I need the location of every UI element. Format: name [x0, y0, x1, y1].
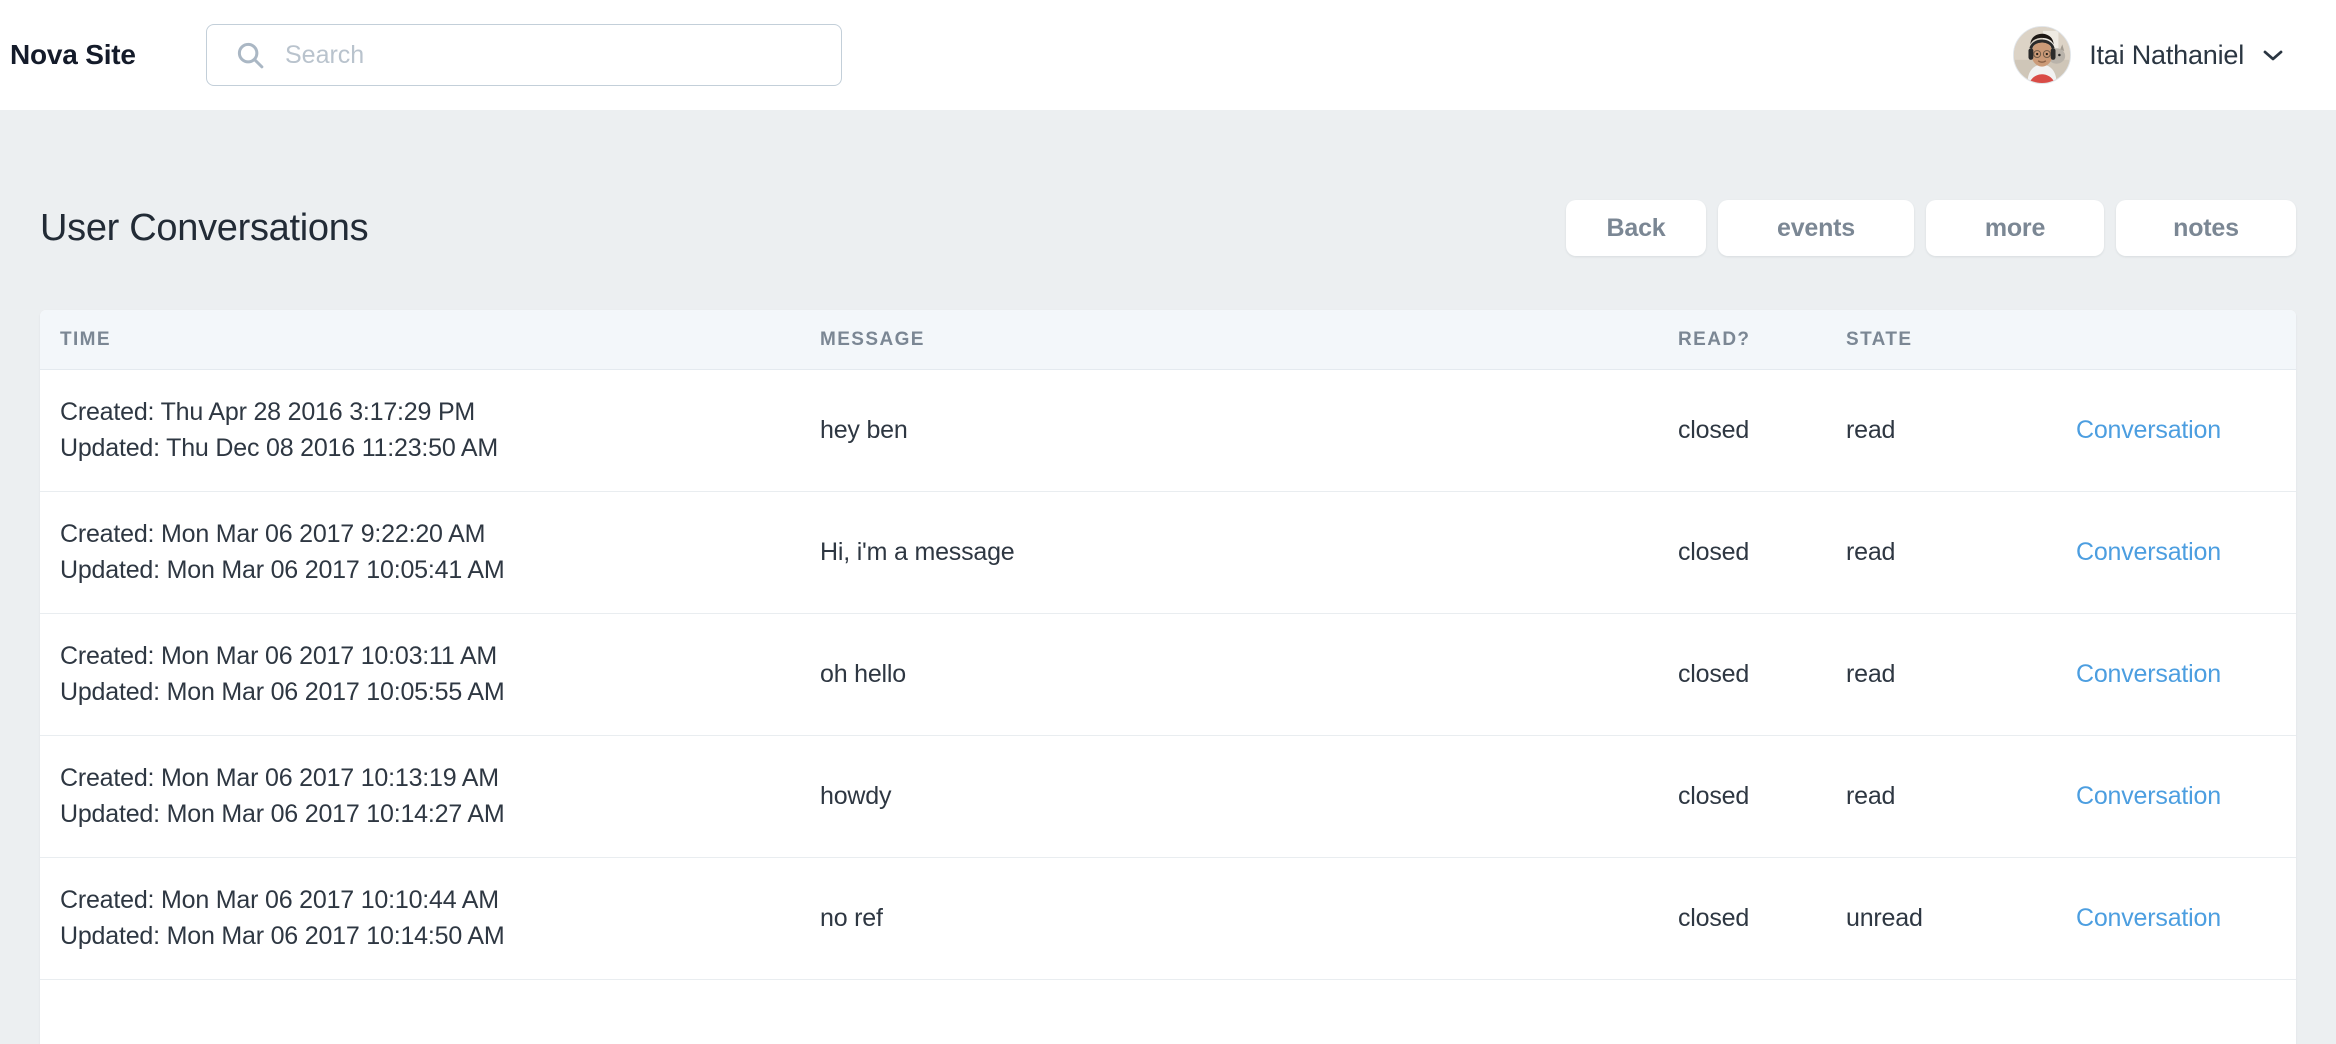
- cell-state: read: [1846, 538, 2076, 567]
- updated-timestamp: Updated: Mon Mar 06 2017 10:05:41 AM: [60, 553, 820, 589]
- user-menu[interactable]: Itai Nathaniel: [2013, 26, 2284, 84]
- updated-timestamp: Updated: Mon Mar 06 2017 10:14:50 AM: [60, 919, 820, 955]
- conversation-link[interactable]: Conversation: [2076, 416, 2221, 444]
- cell-time: Created: Mon Mar 06 2017 10:03:11 AM Upd…: [40, 639, 820, 710]
- cell-read: closed: [1678, 538, 1846, 567]
- more-button[interactable]: more: [1926, 200, 2104, 256]
- cell-state: read: [1846, 782, 2076, 811]
- table-row[interactable]: Created: Mon Mar 06 2017 10:13:19 AM Upd…: [40, 736, 2296, 858]
- cell-read: closed: [1678, 660, 1846, 689]
- cell-message: howdy: [820, 782, 1678, 811]
- top-navbar: Nova Site: [0, 0, 2336, 110]
- cell-message: no ref: [820, 904, 1678, 933]
- created-timestamp: Created: Mon Mar 06 2017 10:03:11 AM: [60, 639, 820, 675]
- column-header-state: STATE: [1846, 329, 2076, 351]
- cell-time: Created: Mon Mar 06 2017 9:22:20 AM Upda…: [40, 517, 820, 588]
- cell-actions: Conversation: [2076, 904, 2276, 933]
- main-content: User Conversations Back events more note…: [0, 110, 2336, 1044]
- table-row[interactable]: Created: Thu Apr 28 2016 3:17:29 PM Upda…: [40, 370, 2296, 492]
- search-container: [206, 24, 842, 86]
- created-timestamp: Created: Mon Mar 06 2017 10:13:19 AM: [60, 761, 820, 797]
- cell-state: read: [1846, 416, 2076, 445]
- updated-timestamp: Updated: Thu Dec 08 2016 11:23:50 AM: [60, 431, 820, 467]
- search-icon: [235, 40, 265, 70]
- back-button[interactable]: Back: [1566, 200, 1706, 256]
- page-header: User Conversations Back events more note…: [40, 110, 2296, 310]
- table-row[interactable]: Created: Mon Mar 06 2017 10:03:11 AM Upd…: [40, 614, 2296, 736]
- cell-actions: Conversation: [2076, 416, 2276, 445]
- cell-message: hey ben: [820, 416, 1678, 445]
- user-name-label: Itai Nathaniel: [2089, 40, 2244, 71]
- updated-timestamp: Updated: Mon Mar 06 2017 10:05:55 AM: [60, 675, 820, 711]
- cell-message: oh hello: [820, 660, 1678, 689]
- created-timestamp: Created: Mon Mar 06 2017 10:10:44 AM: [60, 883, 820, 919]
- events-button[interactable]: events: [1718, 200, 1914, 256]
- search-input[interactable]: [285, 41, 805, 70]
- action-button-group: Back events more notes: [1566, 200, 2296, 256]
- search-box[interactable]: [206, 24, 842, 86]
- chevron-down-icon[interactable]: [2262, 48, 2284, 62]
- created-timestamp: Created: Mon Mar 06 2017 9:22:20 AM: [60, 517, 820, 553]
- conversation-link[interactable]: Conversation: [2076, 660, 2221, 688]
- conversation-link[interactable]: Conversation: [2076, 782, 2221, 810]
- cell-read: closed: [1678, 904, 1846, 933]
- cell-actions: Conversation: [2076, 538, 2276, 567]
- page-title: User Conversations: [40, 207, 368, 250]
- brand-logo[interactable]: Nova Site: [10, 39, 206, 71]
- table-row[interactable]: [40, 980, 2296, 1044]
- cell-state: unread: [1846, 904, 2076, 933]
- cell-state: read: [1846, 660, 2076, 689]
- avatar: [2013, 26, 2071, 84]
- column-header-message: MESSAGE: [820, 329, 1678, 351]
- updated-timestamp: Updated: Mon Mar 06 2017 10:14:27 AM: [60, 797, 820, 833]
- table-row[interactable]: Created: Mon Mar 06 2017 10:10:44 AM Upd…: [40, 858, 2296, 980]
- cell-read: closed: [1678, 416, 1846, 445]
- cell-time: Created: Mon Mar 06 2017 10:13:19 AM Upd…: [40, 761, 820, 832]
- conversation-link[interactable]: Conversation: [2076, 538, 2221, 566]
- cell-actions: Conversation: [2076, 782, 2276, 811]
- conversations-table: TIME MESSAGE READ? STATE Created: Thu Ap…: [40, 310, 2296, 1044]
- cell-time: Created: Thu Apr 28 2016 3:17:29 PM Upda…: [40, 395, 820, 466]
- cell-time: Created: Mon Mar 06 2017 10:10:44 AM Upd…: [40, 883, 820, 954]
- created-timestamp: Created: Thu Apr 28 2016 3:17:29 PM: [60, 395, 820, 431]
- conversation-link[interactable]: Conversation: [2076, 904, 2221, 932]
- column-header-read: READ?: [1678, 329, 1846, 351]
- table-header-row: TIME MESSAGE READ? STATE: [40, 310, 2296, 370]
- cell-read: closed: [1678, 782, 1846, 811]
- cell-actions: Conversation: [2076, 660, 2276, 689]
- column-header-time: TIME: [40, 329, 820, 351]
- notes-button[interactable]: notes: [2116, 200, 2296, 256]
- cell-message: Hi, i'm a message: [820, 538, 1678, 567]
- table-row[interactable]: Created: Mon Mar 06 2017 9:22:20 AM Upda…: [40, 492, 2296, 614]
